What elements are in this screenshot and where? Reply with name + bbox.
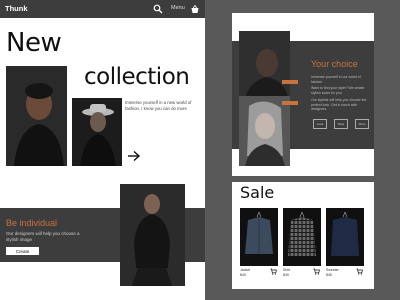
- hero-title-line-2: collection: [84, 64, 190, 90]
- product-shirt-image[interactable]: [283, 208, 321, 266]
- your-choice-card: Your choice Immerse yourself in our worl…: [232, 13, 374, 176]
- accent-tag: [282, 80, 298, 84]
- sale-title: Sale: [240, 183, 275, 202]
- sale-card: Sale Jacket $49 Shirt $39 Sweater $45: [232, 182, 374, 289]
- product-sweater-image[interactable]: [326, 208, 364, 266]
- hero-description: Immerse yourself in a new world of fashi…: [125, 100, 192, 111]
- model-photo-woman-hat: [72, 98, 122, 166]
- product-jacket-image[interactable]: [240, 208, 278, 266]
- choice-paragraph: Our stylists will help you choose the pe…: [311, 97, 367, 112]
- product-name: Shirt: [283, 268, 291, 272]
- model-photo-man-suit: [120, 184, 185, 286]
- create-button[interactable]: Create: [6, 247, 39, 255]
- product-price: $39: [283, 273, 289, 277]
- shopping-bag-icon[interactable]: [190, 4, 200, 14]
- new-collection-page: Thunk Menu New collection Immerse yourse: [0, 0, 205, 300]
- model-photo-man-beanie: [6, 66, 67, 166]
- choice-option-button[interactable]: Style: [334, 119, 348, 129]
- model-photo-portrait-man: [239, 31, 290, 106]
- menu-button[interactable]: Menu: [171, 5, 185, 11]
- cart-icon[interactable]: [313, 268, 320, 275]
- product-name: Jacket: [240, 268, 251, 272]
- choice-option-button[interactable]: More: [355, 119, 369, 129]
- product-name: Sweater: [326, 268, 339, 272]
- choice-option-button[interactable]: Look: [313, 119, 327, 129]
- model-photo-portrait-woman: [239, 96, 290, 166]
- search-icon[interactable]: [153, 4, 163, 14]
- brand-logo[interactable]: Thunk: [5, 4, 28, 13]
- cart-icon[interactable]: [356, 268, 363, 275]
- hero-title-line-1: New: [6, 28, 62, 58]
- individual-title: Be individual: [6, 218, 58, 228]
- your-choice-title: Your choice: [311, 59, 358, 69]
- individual-description: Our designers will help you choose a sty…: [6, 231, 80, 242]
- choice-paragraph: Want to find your style? We create styli…: [311, 86, 365, 96]
- accent-tag: [282, 101, 298, 105]
- product-price: $49: [240, 273, 246, 277]
- product-price: $45: [326, 273, 332, 277]
- choice-paragraph: Immerse yourself in our world of fashion…: [311, 75, 361, 84]
- your-choice-text: Immerse yourself in our world of fashion…: [311, 75, 367, 114]
- arrow-right-icon[interactable]: [127, 150, 141, 162]
- top-navigation-bar: Thunk Menu: [0, 0, 205, 18]
- cart-icon[interactable]: [270, 268, 277, 275]
